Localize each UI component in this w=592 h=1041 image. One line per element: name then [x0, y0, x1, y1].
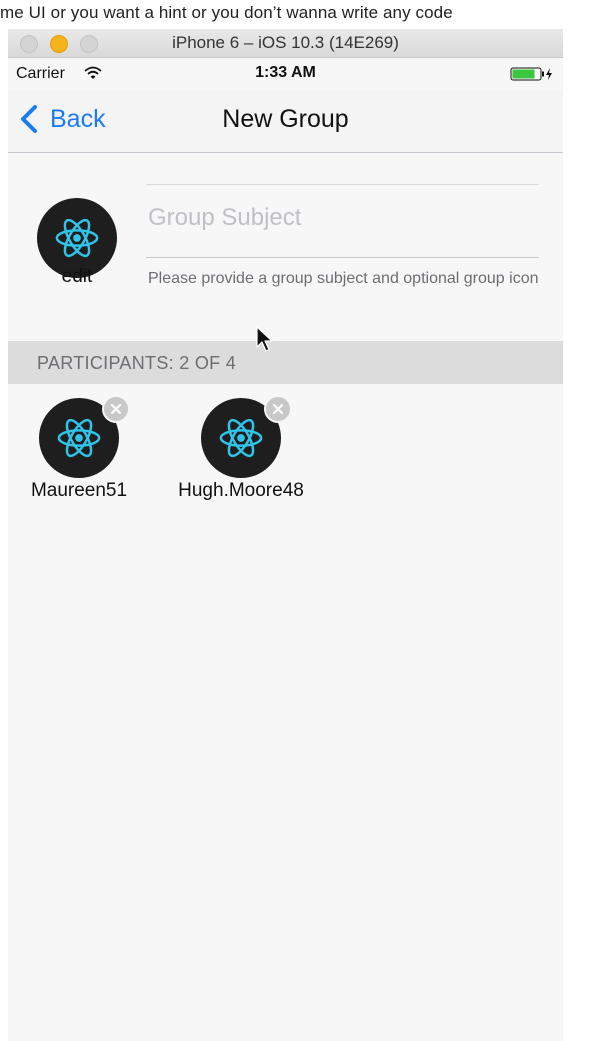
edit-group-icon-button[interactable]: edit: [37, 266, 117, 288]
react-logo-icon: [55, 218, 99, 258]
remove-x-icon: [272, 403, 284, 415]
page-title: New Group: [222, 105, 349, 133]
participants-count-label: PARTICIPANTS: 2 OF 4: [37, 353, 237, 373]
participant-item[interactable]: Hugh.Moore48: [178, 395, 304, 508]
participant-name: Hugh.Moore48: [178, 480, 304, 501]
group-subject-input[interactable]: [146, 198, 540, 238]
simulator-titlebar: iPhone 6 – iOS 10.3 (14E269): [8, 29, 563, 58]
remove-x-icon: [110, 403, 122, 415]
react-logo-icon: [219, 418, 263, 458]
page-caption: me UI or you want a hint or you don’t wa…: [0, 3, 453, 22]
participants-section-header: PARTICIPANTS: 2 OF 4: [8, 341, 563, 384]
group-hint-text: Please provide a group subject and optio…: [148, 270, 539, 287]
divider: [146, 257, 539, 258]
participant-item[interactable]: Maureen51: [18, 395, 138, 508]
remove-participant-button[interactable]: [264, 395, 292, 423]
divider: [146, 184, 539, 185]
participant-name: Maureen51: [30, 480, 128, 501]
phone-screen: Carrier 1:33 AM Back New Group edit Grou…: [8, 58, 563, 1041]
react-logo-icon: [57, 418, 101, 458]
navigation-bar: Back New Group: [8, 90, 563, 153]
battery-icon: [510, 67, 552, 81]
status-bar: Carrier 1:33 AM: [8, 58, 563, 90]
mouse-pointer-icon: [256, 326, 273, 352]
status-time: 1:33 AM: [255, 64, 316, 81]
remove-participant-button[interactable]: [102, 395, 130, 423]
simulator-title: iPhone 6 – iOS 10.3 (14E269): [172, 33, 399, 52]
